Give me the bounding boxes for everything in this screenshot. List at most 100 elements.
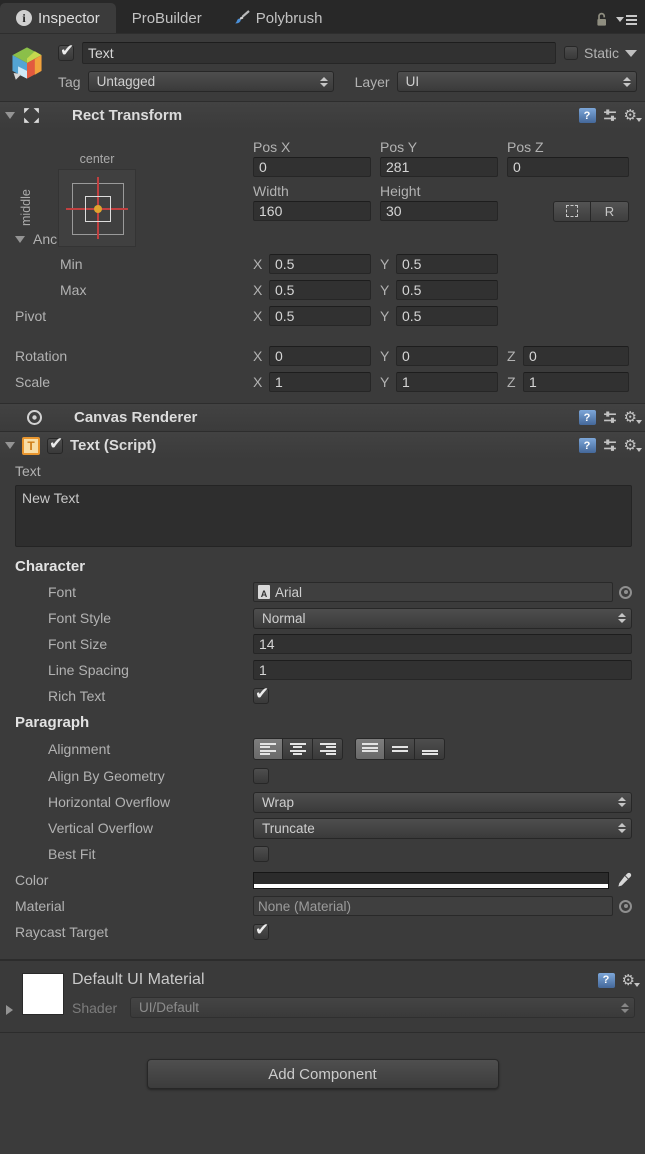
align-right-button[interactable] [313, 738, 343, 760]
material-object-field[interactable]: None (Material) [253, 896, 613, 916]
tag-value: Untagged [97, 74, 156, 89]
layer-dropdown[interactable]: UI [397, 71, 637, 92]
pos-z-field[interactable] [507, 157, 629, 177]
font-asset-icon: A [258, 585, 270, 599]
align-bottom-button[interactable] [415, 738, 445, 760]
static-label: Static [584, 45, 619, 61]
info-icon: i [16, 10, 32, 26]
presets-icon[interactable] [603, 109, 617, 122]
align-middle-icon [392, 743, 408, 755]
material-preview-thumbnail[interactable] [22, 973, 64, 1015]
canvas-renderer-header: Canvas Renderer ? ⚙ [0, 403, 645, 431]
name-field[interactable] [82, 42, 556, 64]
anchors-max-label: Max [15, 282, 253, 298]
width-field[interactable] [253, 201, 371, 221]
shader-dropdown[interactable]: UI/Default [130, 997, 635, 1018]
align-top-button[interactable] [355, 738, 385, 760]
color-swatch[interactable] [253, 872, 609, 889]
gear-icon[interactable]: ⚙ [624, 410, 637, 425]
active-checkbox[interactable] [58, 45, 74, 61]
pos-y-field[interactable] [380, 157, 498, 177]
font-style-dropdown[interactable]: Normal [253, 608, 632, 629]
text-enabled-checkbox[interactable] [47, 438, 63, 454]
help-icon[interactable]: ? [598, 973, 615, 988]
horizontal-overflow-dropdown[interactable]: Wrap [253, 792, 632, 813]
gear-icon[interactable]: ⚙ [624, 438, 637, 453]
scale-y-field[interactable] [396, 372, 498, 392]
shader-label: Shader [72, 1000, 130, 1016]
layer-value: UI [406, 74, 420, 89]
axis-x-label: X [253, 282, 265, 298]
text-component-icon: T [22, 437, 40, 455]
dropdown-arrows-icon [618, 797, 626, 807]
scale-z-field[interactable] [523, 372, 629, 392]
align-center-button[interactable] [283, 738, 313, 760]
presets-icon[interactable] [603, 439, 617, 452]
axis-y-label: Y [380, 282, 392, 298]
gear-icon[interactable]: ⚙ [624, 108, 637, 123]
rotation-y-field[interactable] [396, 346, 498, 366]
best-fit-checkbox[interactable] [253, 846, 269, 862]
pivot-x-field[interactable] [269, 306, 371, 326]
anchors-min-label: Min [15, 256, 253, 272]
anchors-min-x-field[interactable] [269, 254, 371, 274]
rotation-x-field[interactable] [269, 346, 371, 366]
object-picker-icon[interactable] [619, 900, 632, 913]
align-left-button[interactable] [253, 738, 283, 760]
blueprint-mode-button[interactable] [553, 201, 591, 222]
character-heading: Character [15, 558, 85, 575]
static-checkbox[interactable] [564, 46, 578, 60]
anchor-preset-widget[interactable]: center middle [58, 169, 136, 247]
align-by-geometry-checkbox[interactable] [253, 768, 269, 784]
help-icon[interactable]: ? [579, 438, 596, 453]
rich-text-checkbox[interactable] [253, 688, 269, 704]
eyedropper-icon[interactable] [616, 872, 632, 888]
help-icon[interactable]: ? [579, 410, 596, 425]
tab-inspector[interactable]: i Inspector [0, 3, 116, 33]
font-object-field[interactable]: A Arial [253, 582, 613, 602]
context-menu-icon[interactable] [616, 15, 637, 25]
lock-icon[interactable] [595, 12, 608, 27]
font-value: Arial [275, 585, 302, 600]
gameobject-header: Static Tag Untagged Layer UI [0, 34, 645, 101]
axis-y-label: Y [380, 308, 392, 324]
anchors-max-x-field[interactable] [269, 280, 371, 300]
anchor-horizontal-label: center [58, 152, 136, 166]
pivot-y-field[interactable] [396, 306, 498, 326]
tab-probuilder[interactable]: ProBuilder [116, 3, 218, 33]
rotation-z-field[interactable] [523, 346, 629, 366]
material-preview-foldout[interactable] [6, 1005, 13, 1015]
color-label: Color [15, 872, 253, 888]
raw-edit-mode-button[interactable]: R [591, 201, 629, 222]
anchors-max-y-field[interactable] [396, 280, 498, 300]
align-middle-button[interactable] [385, 738, 415, 760]
tag-dropdown[interactable]: Untagged [88, 71, 334, 92]
object-picker-icon[interactable] [619, 586, 632, 599]
vertical-overflow-dropdown[interactable]: Truncate [253, 818, 632, 839]
raycast-target-checkbox[interactable] [253, 924, 269, 940]
text-script-foldout[interactable] [5, 442, 15, 449]
height-field[interactable] [380, 201, 498, 221]
tab-polybrush[interactable]: Polybrush [218, 3, 339, 33]
text-content-textarea[interactable]: New Text [15, 485, 632, 547]
presets-icon[interactable] [603, 411, 617, 424]
static-dropdown-icon[interactable] [625, 50, 637, 57]
tab-polybrush-label: Polybrush [256, 10, 323, 27]
material-preview-section: Default UI Material ? ⚙ Shader UI/Defaul… [0, 959, 645, 1033]
rect-transform-foldout[interactable] [5, 112, 15, 119]
font-label: Font [15, 584, 253, 600]
axis-y-label: Y [380, 348, 392, 364]
axis-x-label: X [253, 308, 265, 324]
add-component-button[interactable]: Add Component [147, 1059, 499, 1089]
anchor-preset-graphic[interactable] [58, 169, 136, 247]
help-icon[interactable]: ? [579, 108, 596, 123]
horizontal-alignment-group [253, 738, 343, 760]
font-size-field[interactable] [253, 634, 632, 654]
gear-icon[interactable]: ⚙ [622, 973, 635, 988]
scale-x-field[interactable] [269, 372, 371, 392]
alignment-label: Alignment [15, 741, 253, 757]
pos-x-field[interactable] [253, 157, 371, 177]
paragraph-heading: Paragraph [15, 714, 89, 731]
line-spacing-field[interactable] [253, 660, 632, 680]
anchors-min-y-field[interactable] [396, 254, 498, 274]
